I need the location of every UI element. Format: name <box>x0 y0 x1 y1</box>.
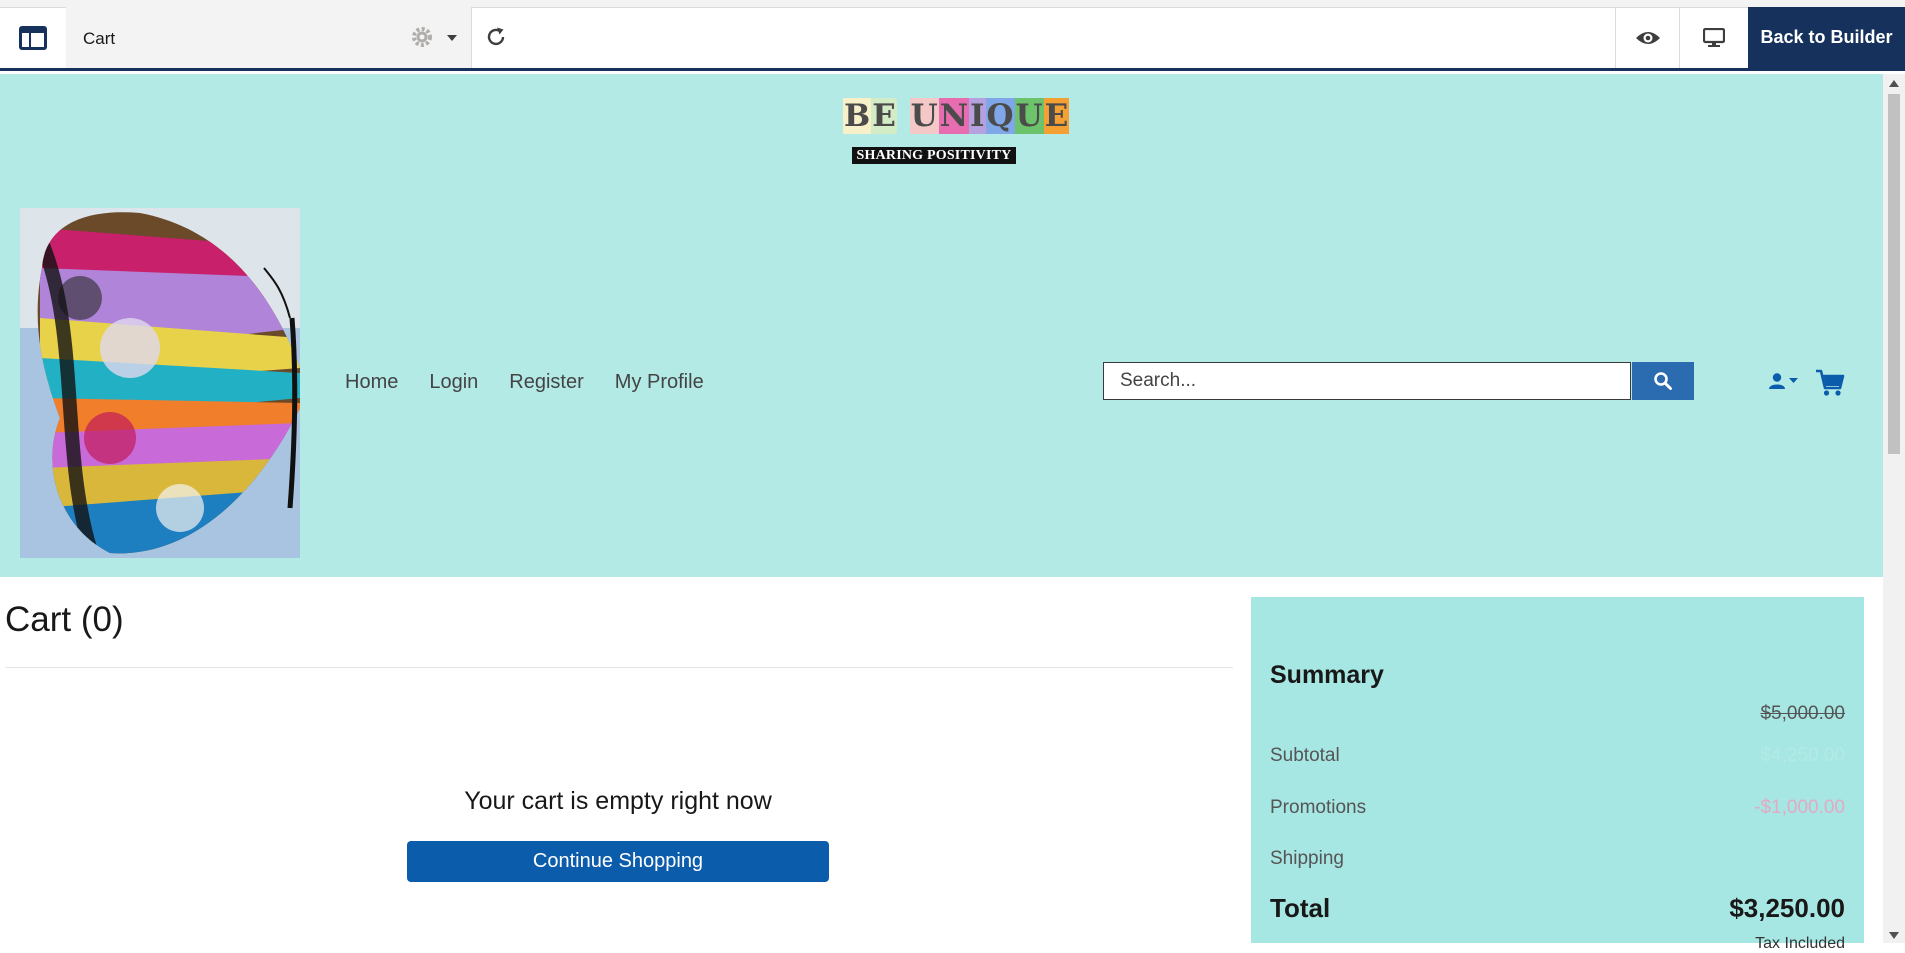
continue-shopping-button[interactable]: Continue Shopping <box>407 841 829 882</box>
scroll-thumb[interactable] <box>1888 94 1900 454</box>
tax-note: Tax Included <box>1755 935 1845 952</box>
chevron-down-icon <box>1789 378 1798 383</box>
scroll-up-arrow-icon[interactable] <box>1889 80 1899 87</box>
logo-letter: E <box>871 98 897 134</box>
summary-title: Summary <box>1270 661 1384 689</box>
search-button[interactable] <box>1632 362 1694 400</box>
nav-home[interactable]: Home <box>345 371 398 394</box>
gear-icon[interactable] <box>411 26 433 48</box>
builder-toolbar: Cart Back to Builder <box>0 0 1905 71</box>
divider <box>5 667 1233 668</box>
logo-letter: U <box>1014 98 1044 134</box>
site-header: BE UNIQUE SHARING POSITIVITY Home Login … <box>0 74 1883 577</box>
total-value: $3,250.00 <box>1729 893 1845 923</box>
nav-login[interactable]: Login <box>429 371 478 394</box>
logo-letter: I <box>969 98 986 134</box>
logo-letter: E <box>1043 98 1070 134</box>
total-label: Total <box>1270 893 1331 923</box>
eye-icon <box>1636 31 1660 44</box>
logo-letter: Q <box>985 98 1015 134</box>
user-icon <box>1769 373 1785 389</box>
logo-letter: B <box>843 98 872 134</box>
page-scrollbar[interactable] <box>1883 74 1905 943</box>
chevron-down-icon[interactable] <box>447 35 457 41</box>
layout-icon <box>19 25 47 50</box>
page-selector[interactable]: Cart <box>66 7 472 68</box>
scroll-down-arrow-icon[interactable] <box>1889 932 1899 939</box>
promotions-label: Promotions <box>1270 797 1367 818</box>
cart-icon[interactable] <box>1815 369 1845 397</box>
shipping-label: Shipping <box>1270 848 1344 869</box>
logo-letter <box>896 98 910 134</box>
original-price: $5,000.00 <box>1760 703 1845 724</box>
cart-title: Cart (0) <box>5 600 124 639</box>
promotions-value: -$1,000.00 <box>1754 797 1845 818</box>
logo-letter: N <box>938 98 970 134</box>
main-nav: Home Login Register My Profile <box>345 371 704 394</box>
preview-button[interactable] <box>1615 7 1680 68</box>
subtotal-value: $4,250.00 <box>1760 745 1845 766</box>
page-name-label: Cart <box>83 29 116 48</box>
order-summary: Summary $5,000.00 Subtotal $4,250.00 Pro… <box>1251 597 1864 952</box>
search-icon <box>1654 372 1672 390</box>
butterfly-artwork-image <box>20 208 300 558</box>
back-to-builder-button[interactable]: Back to Builder <box>1748 7 1905 68</box>
nav-register[interactable]: Register <box>509 371 583 394</box>
nav-my-profile[interactable]: My Profile <box>615 371 704 394</box>
user-menu[interactable] <box>1768 372 1798 390</box>
desktop-icon <box>1703 27 1725 47</box>
search-input[interactable] <box>1103 362 1631 400</box>
layout-panel-button[interactable] <box>0 7 67 68</box>
brand-logo[interactable]: BE UNIQUE <box>843 98 1070 134</box>
refresh-icon[interactable] <box>485 26 507 48</box>
device-view-button[interactable] <box>1679 7 1748 68</box>
brand-tagline: SHARING POSITIVITY <box>852 147 1016 164</box>
logo-letter: U <box>909 98 939 134</box>
subtotal-label: Subtotal <box>1270 745 1340 766</box>
empty-cart-message: Your cart is empty right now <box>464 787 772 815</box>
